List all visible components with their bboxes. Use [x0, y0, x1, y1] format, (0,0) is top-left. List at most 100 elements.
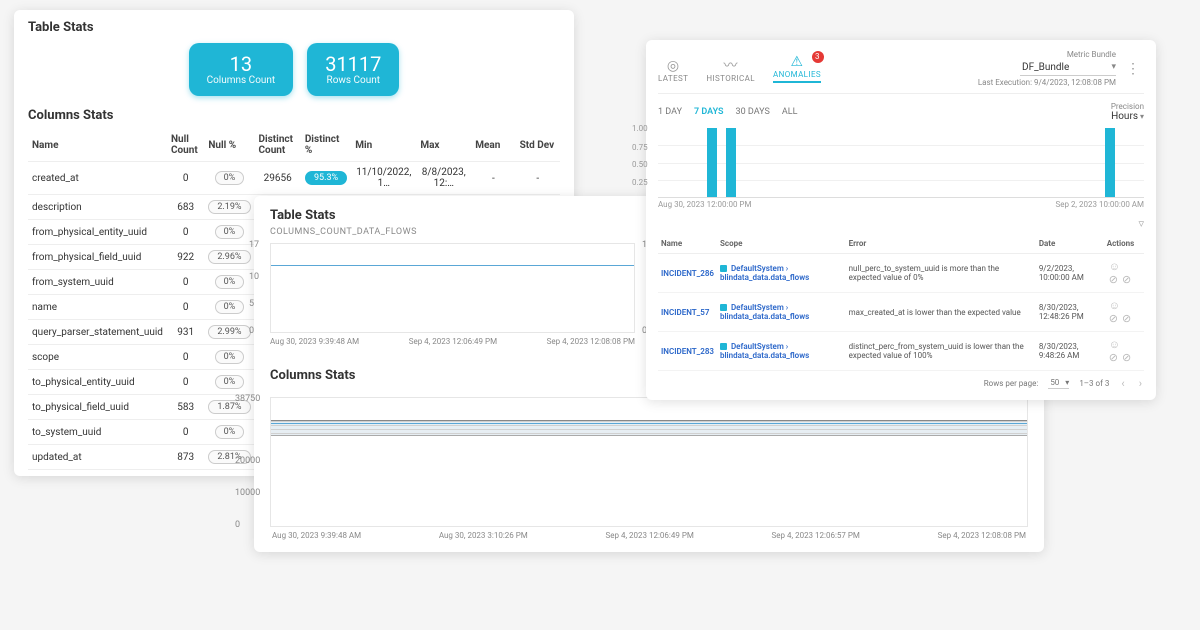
tab-anomalies[interactable]: ⚠3ANOMALIES — [773, 55, 821, 83]
incident-link[interactable]: INCIDENT_283 — [661, 347, 714, 356]
metric-bundle-select[interactable]: DF_Bundle — [1020, 61, 1116, 76]
xtick: Sep 4, 2023 12:06:49 PM — [605, 531, 693, 540]
percent-badge: 0% — [215, 300, 245, 314]
columns-count-label: Columns Count — [207, 75, 276, 86]
table-row[interactable]: INCIDENT_286 DefaultSystem › blindata_dat… — [658, 254, 1144, 293]
col-header[interactable]: Actions — [1104, 234, 1144, 254]
historical-icon: 〰 — [706, 59, 755, 73]
cell: 0 — [167, 420, 204, 445]
cell: description — [28, 195, 167, 220]
anomalies-panel: ◎LATEST〰HISTORICAL⚠3ANOMALIES Metric Bun… — [646, 40, 1156, 400]
next-page-icon[interactable]: › — [1137, 377, 1144, 390]
ytick: 20000 — [235, 456, 260, 466]
dismiss-icon[interactable]: ⊘ — [1107, 351, 1120, 364]
last-execution-label: Last Execution: 9/4/2023, 12:08:08 PM — [978, 78, 1116, 87]
columns-stats-title: Columns Stats — [28, 108, 560, 123]
precision-value: Hours — [1111, 111, 1138, 122]
xtick: Sep 4, 2023 12:06:49 PM — [409, 337, 497, 346]
dismiss-icon[interactable]: ⊘ — [1107, 312, 1120, 325]
rows-per-page-select[interactable]: 50 — [1048, 378, 1069, 389]
cell: query_parser_statement_uuid — [28, 320, 167, 345]
cell: 931 — [167, 320, 204, 345]
rows-per-page-label: Rows per page: — [984, 379, 1039, 388]
block-icon[interactable]: ⊘ — [1120, 312, 1133, 325]
error-text: null_perc_to_system_uuid is more than th… — [846, 254, 1036, 293]
col-header[interactable]: Error — [846, 234, 1036, 254]
ack-icon[interactable]: ☺ — [1107, 299, 1122, 312]
cell: 0% — [204, 220, 254, 245]
scope-link[interactable]: DefaultSystem › blindata_data.data_flows — [720, 342, 809, 360]
cell: 11/10/2022, 1… — [351, 162, 416, 195]
col-header[interactable]: Null % — [204, 129, 254, 162]
block-icon[interactable]: ⊘ — [1120, 273, 1133, 286]
precision-select[interactable]: Precision Hours ▾ — [1111, 102, 1144, 122]
xtick: Sep 4, 2023 12:06:57 PM — [772, 531, 860, 540]
tab-historical[interactable]: 〰HISTORICAL — [706, 59, 755, 83]
ytick: 0.75 — [632, 143, 648, 152]
col-header[interactable]: Mean — [471, 129, 515, 162]
series-line — [271, 423, 1027, 424]
col-header[interactable]: Std Dev — [516, 129, 560, 162]
cell: 922 — [167, 245, 204, 270]
table-row[interactable]: INCIDENT_57 DefaultSystem › blindata_data… — [658, 293, 1144, 332]
filter-icon[interactable]: ▿ — [658, 217, 1144, 230]
error-text: distinct_perc_from_system_uuid is lower … — [846, 332, 1036, 371]
col-header[interactable]: Min — [351, 129, 416, 162]
col-header[interactable]: Distinct % — [301, 129, 351, 162]
table-row[interactable]: INCIDENT_283 DefaultSystem › blindata_dat… — [658, 332, 1144, 371]
dismiss-icon[interactable]: ⊘ — [1107, 273, 1120, 286]
precision-label: Precision — [1111, 102, 1144, 111]
xtick: Sep 4, 2023 12:08:08 PM — [938, 531, 1026, 540]
scope-link[interactable]: DefaultSystem › blindata_data.data_flows — [720, 303, 809, 321]
ytick: 10000 — [235, 488, 260, 498]
table-row[interactable]: created_at00%2965695.3%11/10/2022, 1…8/8… — [28, 162, 560, 195]
date-text: 8/30/2023, 12:48:26 PM — [1036, 293, 1104, 332]
incident-link[interactable]: INCIDENT_286 — [661, 269, 714, 278]
block-icon[interactable]: ⊘ — [1120, 351, 1133, 364]
time-filter-1day[interactable]: 1 DAY — [658, 107, 682, 117]
bar — [726, 128, 736, 197]
col-header[interactable]: Distinct Count — [255, 129, 301, 162]
tab-label: HISTORICAL — [706, 74, 755, 83]
scope-link[interactable]: DefaultSystem › blindata_data.data_flows — [720, 264, 809, 282]
mini-left-xlabels: Aug 30, 2023 9:39:48 AM Sep 4, 2023 12:0… — [270, 337, 635, 346]
ytick: 17 — [249, 240, 259, 250]
cell: 0 — [167, 370, 204, 395]
col-header[interactable]: Name — [658, 234, 717, 254]
cell: from_system_uuid — [28, 270, 167, 295]
time-filter-7days[interactable]: 7 DAYS — [694, 107, 724, 117]
cell: name — [28, 295, 167, 320]
cell: 0% — [204, 270, 254, 295]
more-icon[interactable]: ⋮ — [1122, 61, 1144, 77]
incident-link[interactable]: INCIDENT_57 — [661, 308, 709, 317]
col-header[interactable]: Date — [1036, 234, 1104, 254]
xtick: Aug 30, 2023 9:39:48 AM — [272, 531, 361, 540]
ytick: 1.00 — [632, 124, 648, 133]
time-filter-all[interactable]: ALL — [782, 107, 798, 117]
tab-latest[interactable]: ◎LATEST — [658, 59, 688, 83]
percent-badge: 95.3% — [305, 171, 347, 185]
percent-badge: 0% — [215, 425, 245, 439]
prev-page-icon[interactable]: ‹ — [1119, 377, 1126, 390]
cell: 873 — [167, 445, 204, 470]
ack-icon[interactable]: ☺ — [1107, 338, 1122, 351]
tab-label: LATEST — [658, 74, 688, 83]
col-header[interactable]: Scope — [717, 234, 846, 254]
latest-icon: ◎ — [658, 59, 688, 73]
col-header[interactable]: Name — [28, 129, 167, 162]
time-range-filters: 1 DAY 7 DAYS 30 DAYS ALL — [658, 107, 797, 117]
columns-stats-chart-title: Columns Stats — [270, 368, 355, 383]
mini-chart-left-plot: 17 10 5 0 — [270, 243, 635, 333]
cell: updated_at — [28, 445, 167, 470]
time-filter-30days[interactable]: 30 DAYS — [736, 107, 770, 117]
big-chart-xlabels: Aug 30, 2023 9:39:48 AM Aug 30, 2023 3:1… — [270, 531, 1028, 540]
cell: 0 — [167, 295, 204, 320]
col-header[interactable]: Null Count — [167, 129, 204, 162]
series-line — [271, 265, 634, 266]
ytick: 0 — [235, 520, 240, 530]
ack-icon[interactable]: ☺ — [1107, 260, 1122, 273]
cell: 95.3% — [301, 162, 351, 195]
col-header[interactable]: Max — [416, 129, 471, 162]
cell: from_physical_field_uuid — [28, 245, 167, 270]
anomaly-count-badge: 3 — [812, 51, 824, 63]
